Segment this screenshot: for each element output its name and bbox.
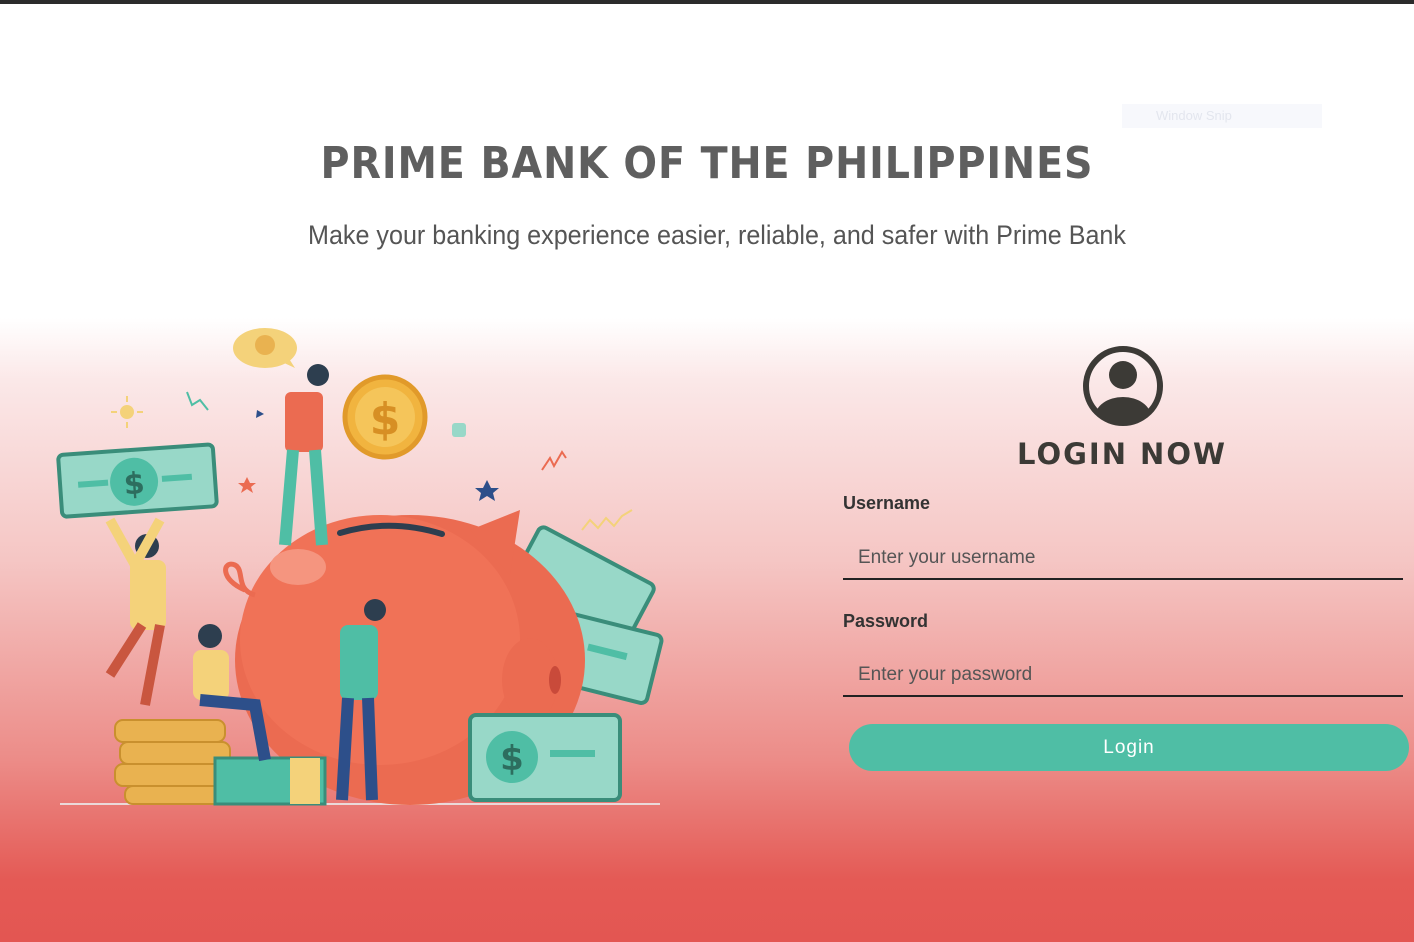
window-top-border [0, 0, 1414, 4]
svg-text:$: $ [123, 466, 146, 502]
login-panel: LOGIN NOW Username Password Login [840, 345, 1410, 785]
password-label: Password [843, 611, 929, 631]
page-title: PRIME BANK OF THE PHILIPPINES [320, 138, 1094, 189]
svg-text:$: $ [500, 739, 524, 779]
username-label: Username [843, 493, 931, 513]
login-button[interactable]: Login [849, 724, 1409, 771]
piggy-bank-savings-illustration: $ $ $ [56, 328, 664, 806]
user-account-icon [1083, 346, 1163, 426]
svg-text:$: $ [370, 394, 401, 445]
username-input[interactable] [843, 538, 1403, 580]
window-snip-overlay: Window Snip [1122, 104, 1322, 128]
login-heading: LOGIN NOW [1017, 437, 1227, 471]
page-subtitle: Make your banking experience easier, rel… [308, 220, 1126, 250]
password-input[interactable] [843, 655, 1403, 697]
